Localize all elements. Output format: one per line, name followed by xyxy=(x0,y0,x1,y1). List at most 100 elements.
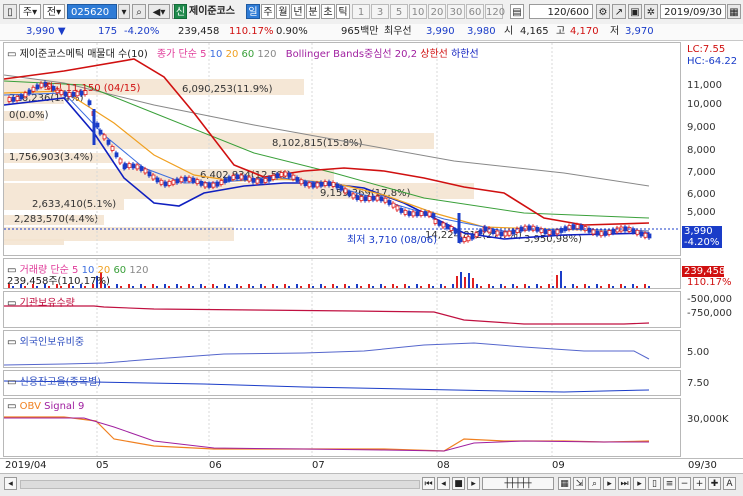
candle-body xyxy=(470,234,475,240)
candle-body xyxy=(367,196,372,201)
minute-tab[interactable]: 120 xyxy=(485,4,505,19)
search-icon[interactable]: ⌕ xyxy=(132,4,146,19)
foreign-chart[interactable] xyxy=(4,331,681,368)
credit-panel[interactable]: ▭ 신용잔고율(종목별) xyxy=(3,370,681,396)
volume-panel[interactable]: ▭ 거래량 단순 5 10 20 60 120 239,458주(110.17%… xyxy=(3,258,681,289)
close-icon[interactable]: ▭ xyxy=(7,337,16,348)
scroll-left-icon[interactable]: ◂ xyxy=(4,477,17,490)
chart-type-icon[interactable]: ▤ xyxy=(510,4,524,19)
volume-bar xyxy=(112,288,114,289)
code-input[interactable]: 025620 xyxy=(67,4,117,19)
candle-body xyxy=(175,178,180,184)
save-icon[interactable]: ▣ xyxy=(628,4,642,19)
speaker-icon[interactable]: ◀▾ xyxy=(148,4,170,19)
close-icon[interactable]: ▭ xyxy=(7,49,16,60)
volume-bar xyxy=(620,284,622,288)
minute-tab[interactable]: 5 xyxy=(390,4,408,19)
speed-slider[interactable]: ┼┼┼┼┼ xyxy=(482,477,554,490)
volume-bar xyxy=(572,284,574,288)
volume-bar xyxy=(364,288,366,289)
change: 175 xyxy=(98,26,118,37)
institution-chart[interactable] xyxy=(4,292,681,328)
volume-bar xyxy=(416,284,418,288)
period-tab[interactable]: 일 xyxy=(246,4,260,19)
minute-tab[interactable]: 3 xyxy=(371,4,389,19)
first-icon[interactable]: ⏮ xyxy=(422,477,435,490)
foreign-panel[interactable]: ▭ 외국인보유비중 xyxy=(3,330,681,368)
candle-body xyxy=(195,179,200,185)
credit-chart[interactable] xyxy=(4,371,681,396)
price-panel[interactable]: 6,090,253(11.9%) 716,236(1.4%) 0(0.0%) 8,10… xyxy=(3,42,681,256)
stop-icon[interactable]: ■ xyxy=(452,477,465,490)
price-chart[interactable]: 6,090,253(11.9%)716,236(1.4%)0(0.0%)8,10… xyxy=(4,43,681,256)
period-tab[interactable]: 월 xyxy=(276,4,290,19)
menu-icon[interactable]: ≡ xyxy=(663,477,676,490)
volume-bar xyxy=(188,284,190,288)
close-icon[interactable]: ▭ xyxy=(7,401,16,412)
settings-icon[interactable]: ⚙ xyxy=(596,4,610,19)
volume-bar xyxy=(520,288,522,289)
candle-body xyxy=(643,232,648,238)
period-tab[interactable]: 분 xyxy=(306,4,320,19)
volume-bar xyxy=(616,288,618,289)
calendar-icon[interactable]: ▦ xyxy=(727,4,741,19)
end-icon[interactable]: ⏭ xyxy=(618,477,631,490)
close-icon[interactable]: ▭ xyxy=(7,377,16,388)
step-icon[interactable]: ▸ xyxy=(633,477,646,490)
period-tab[interactable]: 주 xyxy=(261,4,275,19)
minus-icon[interactable]: − xyxy=(678,477,691,490)
change-pct: -4.20% xyxy=(124,26,160,37)
type-select[interactable]: 주▾ xyxy=(19,4,41,19)
candle-body xyxy=(531,225,536,231)
minute-tab[interactable]: 60 xyxy=(466,4,484,19)
price: 3,990 ▼ xyxy=(26,26,66,37)
minute-tab[interactable]: 30 xyxy=(447,4,465,19)
fit-icon[interactable]: ▯ xyxy=(648,477,661,490)
x-label: 05 xyxy=(96,460,109,471)
volume-bar xyxy=(288,286,290,288)
candle-body xyxy=(415,211,420,217)
volume-bar xyxy=(544,288,546,289)
grid-icon[interactable]: ▦ xyxy=(558,477,571,490)
period-tab[interactable]: 틱 xyxy=(336,4,350,19)
gear-icon[interactable]: ✲ xyxy=(644,4,658,19)
period-tab[interactable]: 년 xyxy=(291,4,305,19)
shrink-icon[interactable]: ⇲ xyxy=(573,477,586,490)
volume-bar xyxy=(604,288,606,289)
volume-bar xyxy=(168,286,170,288)
volume-bar xyxy=(340,288,342,289)
volume-bar xyxy=(244,288,246,289)
candle-body xyxy=(495,230,500,236)
candle-body xyxy=(235,174,240,180)
volume-bar xyxy=(140,284,142,288)
plus-icon[interactable]: + xyxy=(693,477,706,490)
volume-profile-label: 8,102,815(15.8%) xyxy=(272,138,363,149)
minute-tab[interactable]: 1 xyxy=(352,4,370,19)
volume: 239,458 xyxy=(178,26,220,37)
prev-icon[interactable]: ◂ xyxy=(437,477,450,490)
count-input[interactable]: 120/600 xyxy=(529,4,593,19)
code-dropdown-icon[interactable]: ▾ xyxy=(118,4,130,19)
date-input[interactable]: 2019/09/30 xyxy=(660,4,726,19)
minute-tab[interactable]: 10 xyxy=(409,4,427,19)
minute-tab[interactable]: 20 xyxy=(428,4,446,19)
close-icon[interactable]: ▭ xyxy=(7,298,16,309)
institution-panel[interactable]: ▭ 기관보유수량 xyxy=(3,291,681,328)
zoom-icon[interactable]: ⌕ xyxy=(588,477,601,490)
obv-panel[interactable]: ▭ OBV Signal 9 xyxy=(3,398,681,457)
period-tab[interactable]: 초 xyxy=(321,4,335,19)
volume-bar xyxy=(164,284,166,288)
candle-body xyxy=(607,230,612,235)
menu-icon[interactable]: ▯ xyxy=(3,4,17,19)
play-icon[interactable]: ▸ xyxy=(467,477,480,490)
add-icon[interactable]: ✚ xyxy=(708,477,721,490)
market-select[interactable]: 전▾ xyxy=(43,4,65,19)
ma60-label: 60 xyxy=(241,49,255,60)
scroll-right-icon[interactable]: ▸ xyxy=(603,477,616,490)
chart-icon[interactable]: ↗ xyxy=(612,4,626,19)
auto-icon[interactable]: A xyxy=(723,477,736,490)
volume-bar xyxy=(560,271,562,288)
candle-body xyxy=(271,174,276,180)
scroll-track[interactable] xyxy=(20,480,420,489)
obv-chart[interactable] xyxy=(4,399,681,457)
